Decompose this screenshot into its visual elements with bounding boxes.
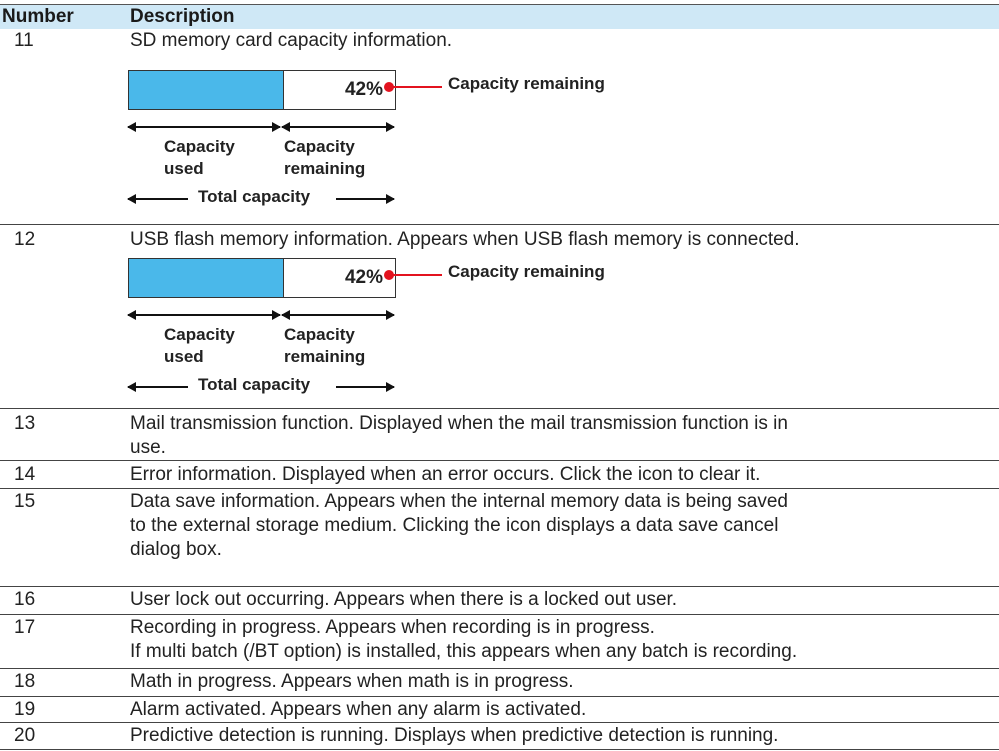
capacity-diagram-sd: 42% Capacity remaining Capacity used Capa…	[127, 70, 658, 220]
row-description: SD memory card capacity information.	[130, 30, 453, 51]
row-description: USB flash memory information. Appears wh…	[130, 229, 800, 250]
capacity-bar: 42%	[128, 258, 396, 298]
row-number: 18	[14, 671, 36, 692]
capacity-used-fill	[129, 259, 285, 297]
header-description: Description	[130, 6, 235, 27]
remaining-label: Capacity remaining	[284, 325, 366, 366]
total-arrow-left	[127, 194, 188, 204]
row-description: Predictive detection is running. Display…	[130, 725, 779, 746]
row-description: Mail transmission function. Displayed wh…	[130, 413, 788, 458]
remaining-arrow	[281, 310, 395, 320]
row-description: Alarm activated. Appears when any alarm …	[130, 699, 587, 720]
callout-line	[392, 86, 442, 88]
callout-label: Capacity remaining	[448, 262, 605, 281]
row-number: 19	[14, 699, 36, 720]
row-divider	[0, 488, 999, 489]
row-description: Error information. Displayed when an err…	[130, 464, 761, 485]
row-number: 11	[14, 30, 34, 51]
row-divider	[0, 722, 999, 723]
remaining-label: Capacity remaining	[284, 137, 366, 178]
row-divider	[0, 460, 999, 461]
row-number: 14	[14, 464, 36, 485]
callout-line	[392, 274, 442, 276]
row-divider	[0, 749, 999, 750]
row-description: User lock out occurring. Appears when th…	[130, 589, 678, 610]
row-description: Recording in progress. Appears when reco…	[130, 617, 798, 662]
row-divider	[0, 408, 999, 409]
row-divider	[0, 586, 999, 587]
capacity-percent: 42%	[344, 79, 383, 100]
used-label: Capacity used	[164, 137, 235, 178]
used-arrow	[127, 122, 281, 132]
total-capacity-label: Total capacity	[198, 187, 311, 206]
capacity-used-fill	[129, 71, 285, 109]
callout-label: Capacity remaining	[448, 74, 605, 93]
row-divider	[0, 614, 999, 615]
row-number: 20	[14, 725, 36, 746]
used-arrow	[127, 310, 281, 320]
used-label: Capacity used	[164, 325, 235, 366]
row-divider	[0, 224, 999, 225]
table-header: Number Description	[0, 4, 999, 29]
total-arrow-right	[336, 194, 395, 204]
row-number: 13	[14, 413, 36, 434]
row-divider	[0, 696, 999, 697]
total-capacity-label: Total capacity	[198, 375, 311, 394]
row-divider	[0, 668, 999, 669]
total-arrow-right	[336, 382, 395, 392]
capacity-bar: 42%	[128, 70, 396, 110]
row-number: 12	[14, 229, 36, 250]
capacity-percent: 42%	[344, 267, 383, 288]
row-number: 15	[14, 491, 36, 512]
remaining-arrow	[281, 122, 395, 132]
row-description: Math in progress. Appears when math is i…	[130, 671, 574, 692]
row-description: Data save information. Appears when the …	[130, 491, 788, 560]
row-number: 16	[14, 589, 36, 610]
row-number: 17	[14, 617, 36, 638]
total-arrow-left	[127, 382, 188, 392]
header-number: Number	[2, 6, 74, 27]
capacity-diagram-usb: 42% Capacity remaining Capacity used Capa…	[127, 258, 658, 408]
